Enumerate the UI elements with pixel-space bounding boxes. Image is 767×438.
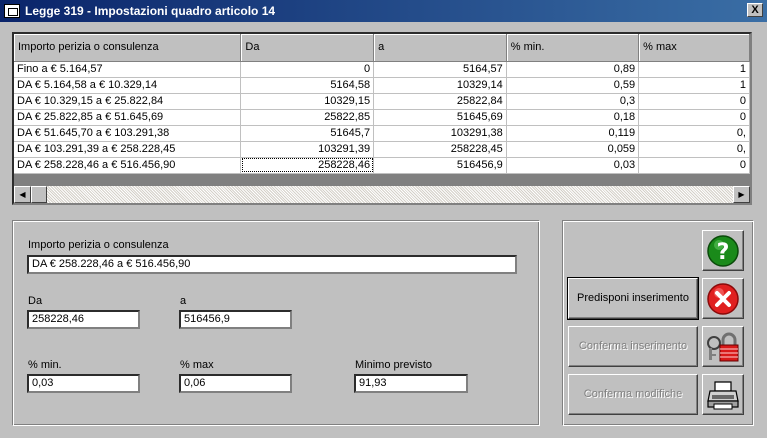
print-button[interactable] [702,374,744,415]
importo-label: Importo perizia o consulenza [28,239,169,251]
cell-da[interactable]: 0 [240,61,375,78]
col-header-da[interactable]: Da [240,34,375,62]
max-field[interactable]: 0,06 [179,374,292,393]
a-field[interactable]: 516456,9 [179,310,292,329]
conferma-inserimento-button[interactable]: Conferma inserimento [568,326,698,367]
window: Legge 319 - Impostazioni quadro articolo… [0,0,767,438]
scroll-left-icon[interactable]: ◀ [14,186,31,203]
horizontal-scrollbar[interactable]: ◀ ▶ [14,186,750,203]
cell-max[interactable]: 1 [638,61,750,78]
col-header-min[interactable]: % min. [506,34,640,62]
cell-a[interactable]: 25822,84 [373,93,507,110]
table-row[interactable]: DA € 10.329,15 a € 25.822,84 10329,15 25… [14,93,750,110]
cell-importo[interactable]: DA € 103.291,39 a € 258.228,45 [14,141,242,158]
table-row[interactable]: DA € 51.645,70 a € 103.291,38 51645,7 10… [14,125,750,142]
max-label: % max [180,359,214,371]
da-label: Da [28,295,43,307]
table-row-selected[interactable]: DA € 258.228,46 a € 516.456,90 258228,46… [14,157,750,174]
da-field[interactable]: 258228,46 [27,310,140,329]
cell-min[interactable]: 0,059 [506,141,640,158]
app-icon [4,4,20,18]
cell-da[interactable]: 25822,85 [240,109,375,126]
cell-min[interactable]: 0,89 [506,61,640,78]
cell-max[interactable]: 0 [638,93,750,110]
col-header-a[interactable]: a [373,34,507,62]
a-label: a [180,295,187,307]
col-header-importo[interactable]: Importo perizia o consulenza [14,34,242,62]
svg-text:?: ? [717,240,730,265]
conferma-modifiche-button[interactable]: Conferma modifiche [568,374,698,415]
scroll-track[interactable] [47,186,733,203]
cell-max[interactable]: 0, [638,125,750,142]
cell-min[interactable]: 0,18 [506,109,640,126]
cancel-button[interactable] [702,278,744,319]
cell-max[interactable]: 0, [638,141,750,158]
printer-icon [707,380,739,409]
title-bar: Legge 319 - Impostazioni quadro articolo… [0,0,767,22]
lock-icon [707,332,739,361]
cell-da-focused[interactable]: 258228,46 [240,157,375,174]
cell-max[interactable]: 0 [638,109,750,126]
close-button[interactable]: X [747,3,763,17]
cell-da[interactable]: 51645,7 [240,125,375,142]
cell-a[interactable]: 51645,69 [373,109,507,126]
scroll-thumb[interactable] [31,186,47,203]
cell-max[interactable]: 0 [638,157,750,174]
predisponi-inserimento-button[interactable]: Predisponi inserimento [567,277,699,320]
cell-min[interactable]: 0,3 [506,93,640,110]
cell-a[interactable]: 10329,14 [373,77,507,94]
lock-button[interactable] [702,326,744,367]
minimo-label: Minimo previsto [355,359,433,371]
cell-da[interactable]: 10329,15 [240,93,375,110]
col-header-max[interactable]: % max [638,34,750,62]
importo-field[interactable]: DA € 258.228,46 a € 516.456,90 [27,255,517,274]
cell-da[interactable]: 103291,39 [240,141,375,158]
cell-importo[interactable]: DA € 258.228,46 a € 516.456,90 [14,157,242,174]
minimo-field[interactable]: 91,93 [354,374,468,393]
cell-min[interactable]: 0,03 [506,157,640,174]
cell-a[interactable]: 516456,9 [373,157,507,174]
cell-a[interactable]: 103291,38 [373,125,507,142]
cell-max[interactable]: 1 [638,77,750,94]
window-title: Legge 319 - Impostazioni quadro articolo… [25,4,276,18]
question-mark-icon: ? [707,234,739,267]
cell-min[interactable]: 0,119 [506,125,640,142]
cell-importo[interactable]: Fino a € 5.164,57 [14,61,242,78]
table-row[interactable]: Fino a € 5.164,57 0 5164,57 0,89 1 [14,61,750,78]
table-row[interactable]: DA € 103.291,39 a € 258.228,45 103291,39… [14,141,750,158]
cell-importo[interactable]: DA € 10.329,15 a € 25.822,84 [14,93,242,110]
cell-min[interactable]: 0,59 [506,77,640,94]
grid-table: Importo perizia o consulenza Da a % min.… [14,34,750,174]
grid-header-row: Importo perizia o consulenza Da a % min.… [14,34,750,62]
table-row[interactable]: DA € 25.822,85 a € 51.645,69 25822,85 51… [14,109,750,126]
min-field[interactable]: 0,03 [27,374,140,393]
cell-a[interactable]: 258228,45 [373,141,507,158]
cell-importo[interactable]: DA € 5.164,58 a € 10.329,14 [14,77,242,94]
scroll-right-icon[interactable]: ▶ [733,186,750,203]
cell-a[interactable]: 5164,57 [373,61,507,78]
help-button[interactable]: ? [702,230,744,271]
cell-importo[interactable]: DA € 25.822,85 a € 51.645,69 [14,109,242,126]
cell-da[interactable]: 5164,58 [240,77,375,94]
cell-importo[interactable]: DA € 51.645,70 a € 103.291,38 [14,125,242,142]
data-grid[interactable]: Importo perizia o consulenza Da a % min.… [12,32,752,205]
red-x-icon [707,282,739,315]
table-row[interactable]: DA € 5.164,58 a € 10.329,14 5164,58 1032… [14,77,750,94]
min-label: % min. [28,359,62,371]
